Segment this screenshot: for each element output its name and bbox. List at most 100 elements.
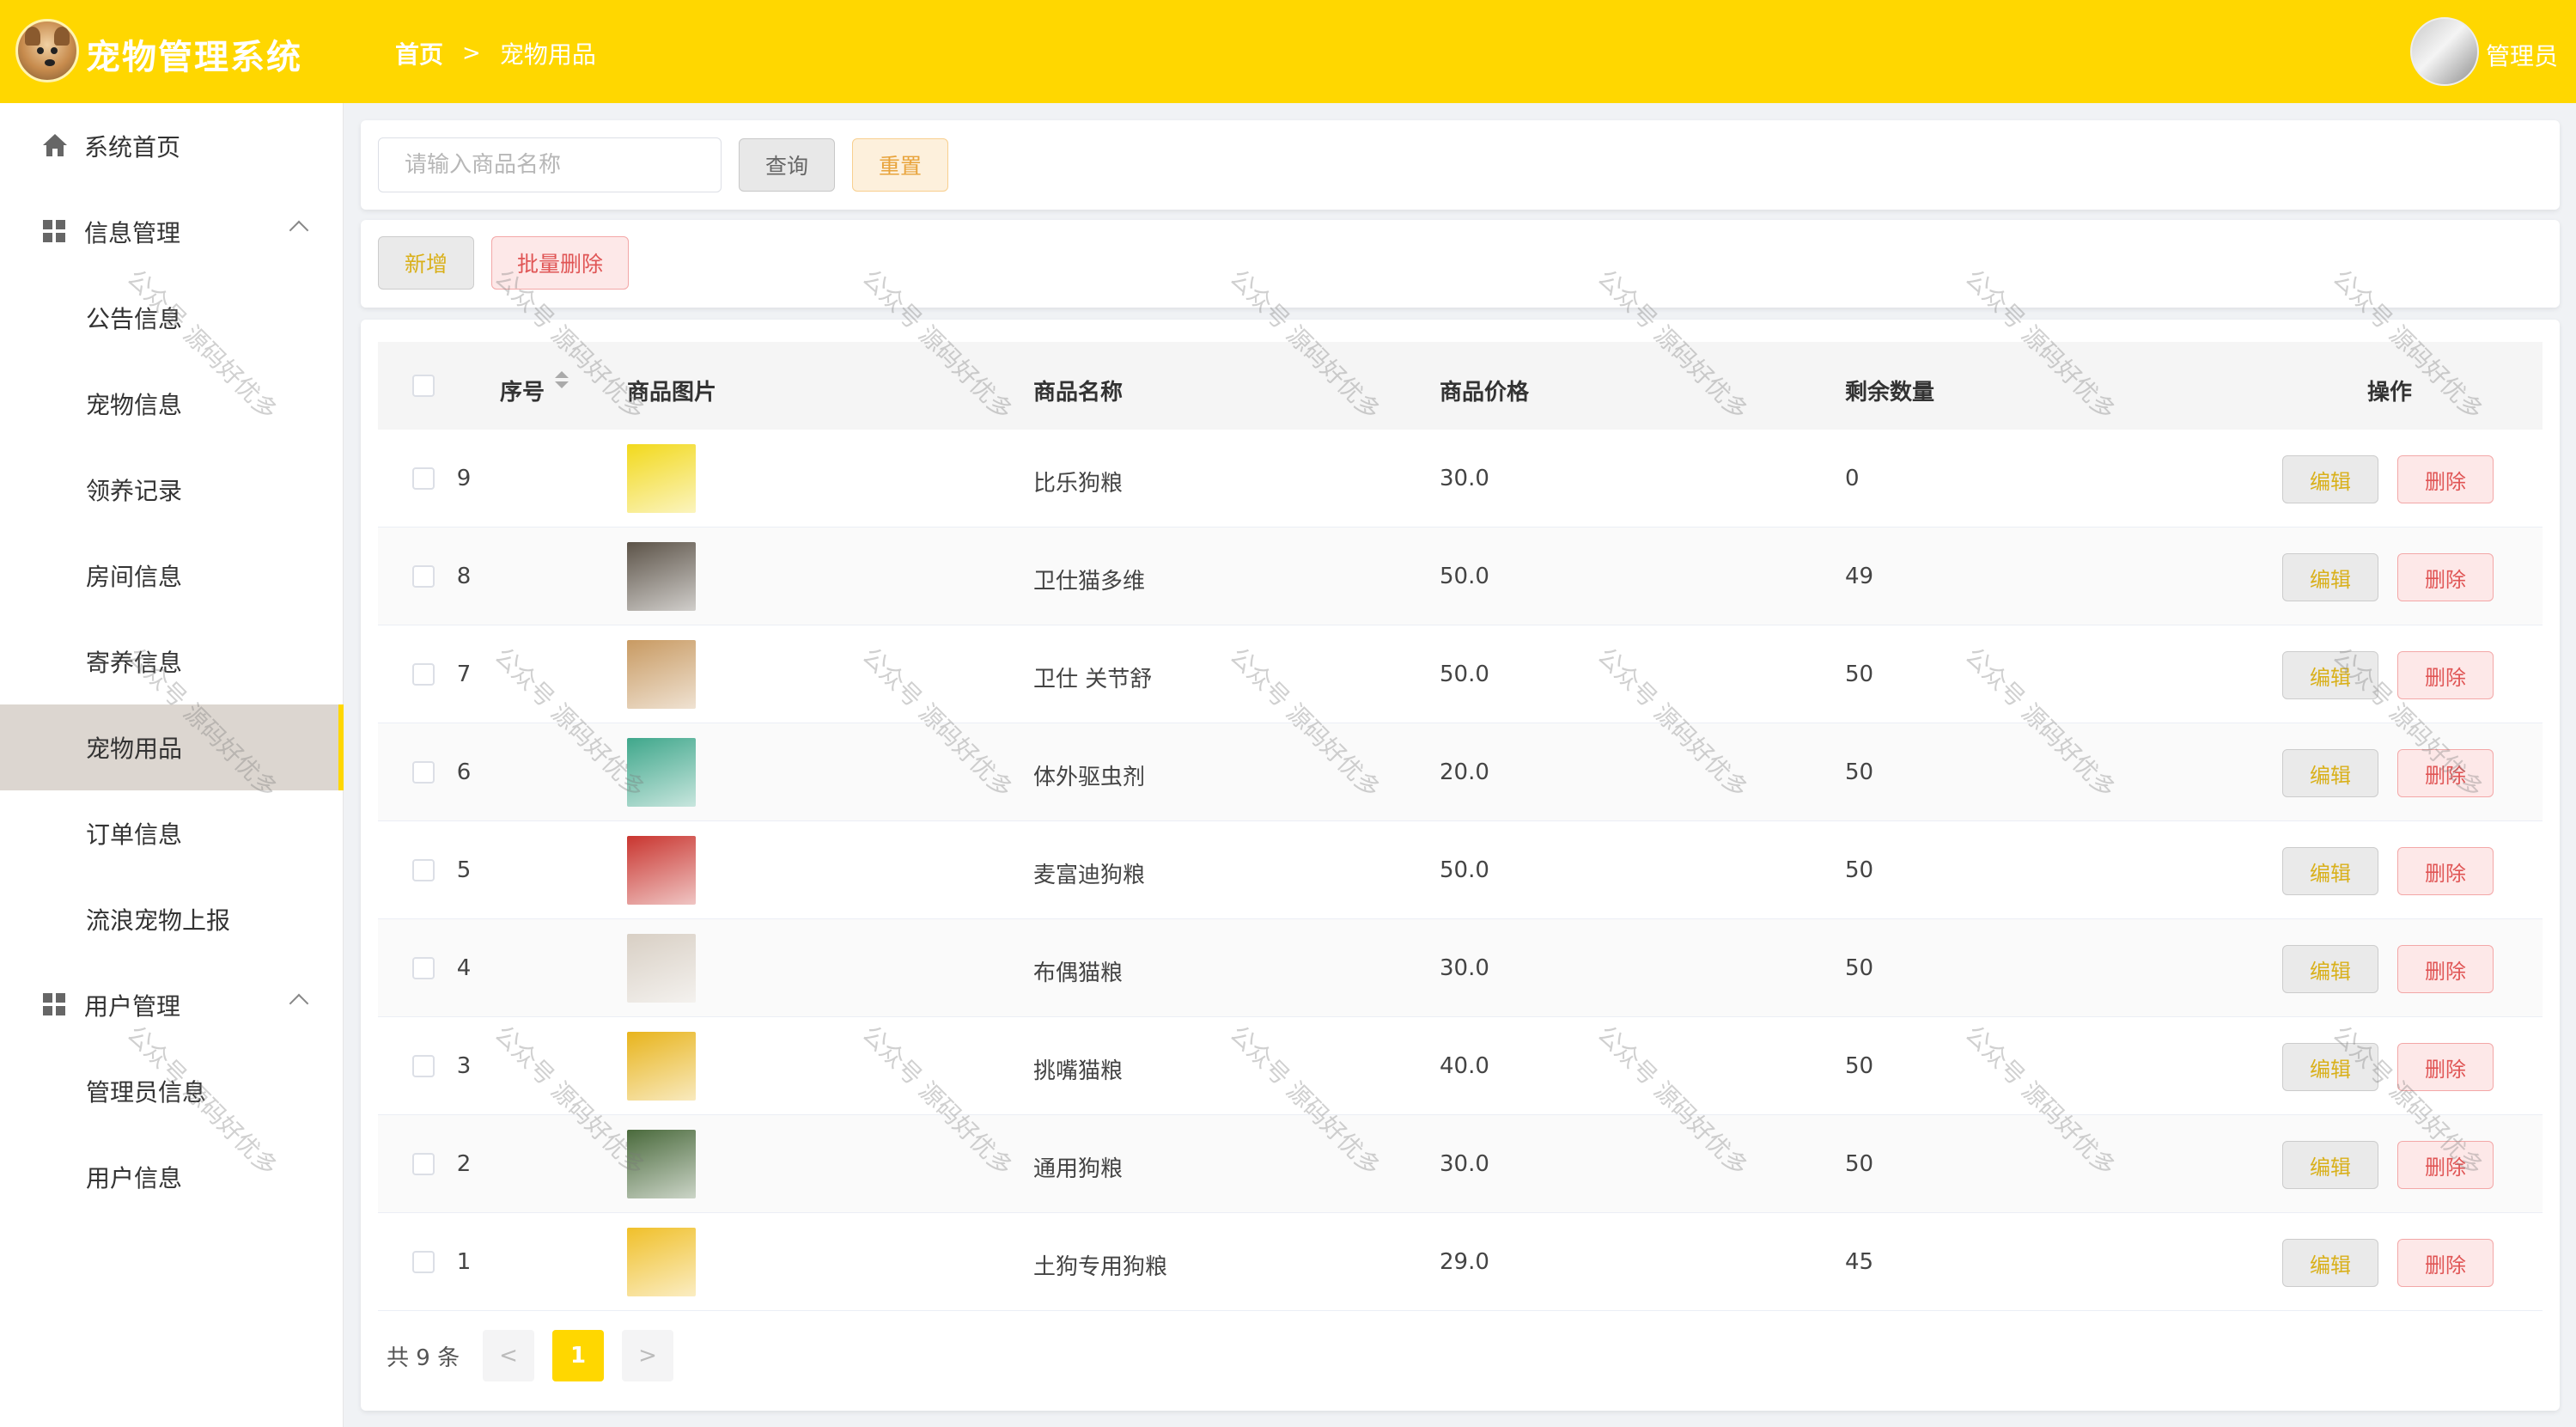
- sidebar-item-label: 宠物信息: [86, 391, 183, 419]
- breadcrumb-home[interactable]: 首页: [395, 36, 443, 70]
- edit-button[interactable]: 编辑: [2282, 945, 2378, 993]
- sidebar-item-label: 系统首页: [84, 133, 181, 162]
- product-price: 30.0: [1440, 466, 1489, 491]
- column-header-actions: 操作: [2367, 380, 2413, 406]
- toolbar-card: [361, 220, 2560, 308]
- home-icon: [43, 134, 67, 158]
- table-header: 序号 商品图片 商品名称 商品价格 剩余数量 操作: [378, 342, 2543, 430]
- sidebar-item-label: 宠物用品: [86, 735, 183, 763]
- chevron-up-icon: [289, 220, 309, 241]
- edit-button[interactable]: 编辑: [2282, 455, 2378, 503]
- product-price: 50.0: [1440, 857, 1489, 883]
- sidebar-item-stray-report[interactable]: 流浪宠物上报: [0, 876, 344, 962]
- product-stock: 0: [1845, 466, 1860, 491]
- edit-button[interactable]: 编辑: [2282, 847, 2378, 895]
- product-name: 布偶猫粮: [1033, 960, 1124, 986]
- row-index: 5: [456, 857, 472, 883]
- row-index: 8: [456, 564, 472, 589]
- column-header-stock: 剩余数量: [1845, 380, 1935, 406]
- next-page-button[interactable]: >: [622, 1330, 673, 1381]
- product-thumbnail: [627, 1228, 696, 1296]
- grid-icon: [43, 993, 67, 1017]
- product-stock: 50: [1845, 759, 1874, 785]
- prev-page-button[interactable]: <: [483, 1330, 534, 1381]
- product-name: 土狗专用狗粮: [1033, 1254, 1168, 1280]
- sidebar: 系统首页 信息管理 公告信息 宠物信息 领养记录 房间信息 寄养信息 宠物用品 …: [0, 103, 344, 1427]
- delete-button[interactable]: 删除: [2397, 749, 2494, 797]
- query-button[interactable]: 查询: [739, 138, 835, 192]
- breadcrumb: 首页 > 宠物用品: [395, 36, 596, 70]
- dog-logo-icon: [15, 19, 79, 82]
- product-name: 通用狗粮: [1033, 1156, 1124, 1182]
- product-thumbnail: [627, 738, 696, 807]
- product-name: 挑嘴猫粮: [1033, 1058, 1124, 1084]
- delete-button[interactable]: 删除: [2397, 1141, 2494, 1189]
- grid-icon: [43, 220, 67, 244]
- product-thumbnail: [627, 836, 696, 905]
- sidebar-group-info[interactable]: 信息管理: [0, 189, 344, 275]
- product-stock: 50: [1845, 857, 1874, 883]
- sidebar-item-notice[interactable]: 公告信息: [0, 275, 344, 361]
- row-index: 9: [456, 466, 472, 491]
- product-stock: 50: [1845, 1053, 1874, 1079]
- product-thumbnail: [627, 542, 696, 611]
- sidebar-item-label: 用户信息: [86, 1164, 183, 1192]
- sidebar-item-label: 信息管理: [84, 219, 181, 247]
- product-stock: 50: [1845, 662, 1874, 687]
- sidebar-item-home[interactable]: 系统首页: [0, 103, 344, 189]
- sidebar-item-orders[interactable]: 订单信息: [0, 790, 344, 876]
- table-row: 3 挑嘴猫粮 40.0 50 编辑 删除: [378, 1017, 2543, 1115]
- column-header-name: 商品名称: [1033, 380, 1124, 406]
- table-row: 4 布偶猫粮 30.0 50 编辑 删除: [378, 919, 2543, 1017]
- sidebar-item-pet-info[interactable]: 宠物信息: [0, 361, 344, 447]
- user-avatar[interactable]: [2410, 17, 2479, 86]
- product-stock: 50: [1845, 955, 1874, 981]
- product-name: 体外驱虫剂: [1033, 765, 1146, 790]
- product-thumbnail: [627, 444, 696, 513]
- product-price: 50.0: [1440, 564, 1489, 589]
- chevron-up-icon: [289, 993, 309, 1014]
- breadcrumb-current: 宠物用品: [499, 40, 596, 69]
- sidebar-group-users[interactable]: 用户管理: [0, 962, 344, 1048]
- edit-button[interactable]: 编辑: [2282, 651, 2378, 699]
- delete-button[interactable]: 删除: [2397, 1239, 2494, 1287]
- page-number-button[interactable]: 1: [552, 1330, 604, 1381]
- product-thumbnail: [627, 934, 696, 1003]
- batch-delete-button[interactable]: 批量删除: [491, 236, 629, 290]
- column-header-index[interactable]: 序号: [500, 375, 545, 406]
- sidebar-item-boarding[interactable]: 寄养信息: [0, 619, 344, 704]
- table-row: 9 比乐狗粮 30.0 0 编辑 删除: [378, 430, 2543, 528]
- sidebar-item-pet-supplies[interactable]: 宠物用品: [0, 704, 344, 790]
- reset-button[interactable]: 重置: [852, 138, 948, 192]
- delete-button[interactable]: 删除: [2397, 945, 2494, 993]
- delete-button[interactable]: 删除: [2397, 847, 2494, 895]
- product-price: 40.0: [1440, 1053, 1489, 1079]
- edit-button[interactable]: 编辑: [2282, 1239, 2378, 1287]
- product-thumbnail: [627, 640, 696, 709]
- sidebar-item-label: 公告信息: [86, 305, 183, 333]
- row-index: 7: [456, 662, 472, 687]
- add-button[interactable]: 新增: [378, 236, 474, 290]
- search-input[interactable]: [378, 137, 722, 192]
- table-row: 2 通用狗粮 30.0 50 编辑 删除: [378, 1115, 2543, 1213]
- row-index: 4: [456, 955, 472, 981]
- select-all-checkbox[interactable]: [412, 375, 435, 397]
- row-index: 1: [456, 1249, 472, 1275]
- user-name[interactable]: 管理员: [2486, 38, 2558, 72]
- delete-button[interactable]: 删除: [2397, 651, 2494, 699]
- delete-button[interactable]: 删除: [2397, 455, 2494, 503]
- edit-button[interactable]: 编辑: [2282, 749, 2378, 797]
- sidebar-item-adoption[interactable]: 领养记录: [0, 447, 344, 533]
- pagination-total: 共 9 条: [387, 1345, 460, 1371]
- edit-button[interactable]: 编辑: [2282, 1043, 2378, 1091]
- sidebar-item-room[interactable]: 房间信息: [0, 533, 344, 619]
- edit-button[interactable]: 编辑: [2282, 1141, 2378, 1189]
- table-row: 6 体外驱虫剂 20.0 50 编辑 删除: [378, 723, 2543, 821]
- edit-button[interactable]: 编辑: [2282, 553, 2378, 601]
- sidebar-item-label: 用户管理: [84, 992, 181, 1021]
- sidebar-item-user-info[interactable]: 用户信息: [0, 1134, 344, 1220]
- delete-button[interactable]: 删除: [2397, 1043, 2494, 1091]
- product-price: 30.0: [1440, 955, 1489, 981]
- sidebar-item-admin-info[interactable]: 管理员信息: [0, 1048, 344, 1134]
- delete-button[interactable]: 删除: [2397, 553, 2494, 601]
